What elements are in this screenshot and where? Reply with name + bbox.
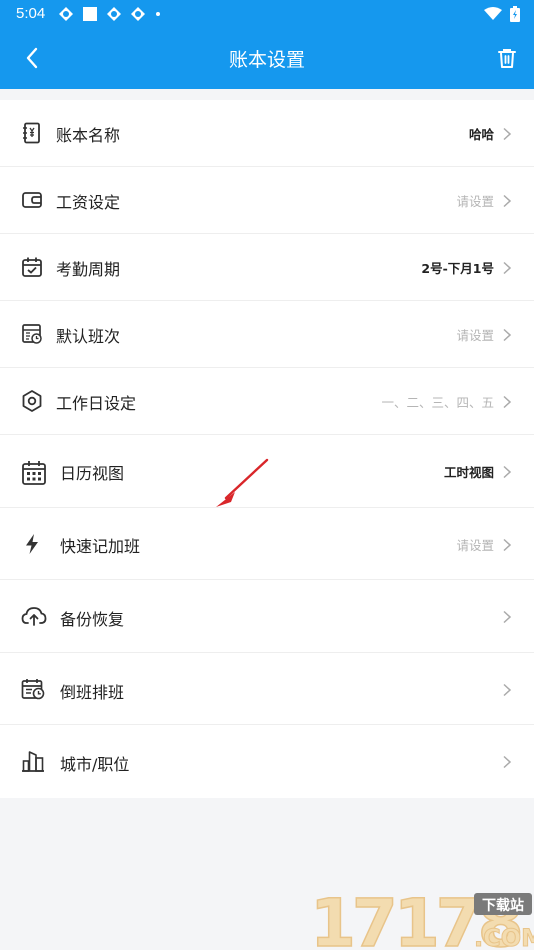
- calendar-check-icon: [20, 255, 44, 279]
- chevron-right-icon: [503, 328, 512, 342]
- chevron-right-icon: [503, 261, 512, 275]
- system-icons: [484, 6, 520, 22]
- status-bar: 5:04: [0, 0, 534, 28]
- row-label: 工作日设定: [56, 394, 137, 413]
- page-title: 账本设置: [228, 49, 305, 71]
- chevron-right-icon: [503, 755, 512, 769]
- row-label: 工资设定: [56, 193, 121, 212]
- city-icon: [20, 749, 46, 773]
- row-label: 城市/职位: [60, 755, 130, 774]
- annotation-arrow-icon: [216, 458, 269, 507]
- schedule-icon: [20, 677, 46, 701]
- row-label: 账本名称: [56, 126, 121, 145]
- row-label: 倒班排班: [60, 683, 125, 702]
- row-default-shift[interactable]: 默认班次 请设置: [0, 301, 534, 368]
- row-city-position[interactable]: 城市/职位: [0, 725, 534, 798]
- battery-icon: [510, 6, 520, 22]
- row-label: 默认班次: [56, 327, 121, 346]
- chevron-right-icon: [503, 538, 512, 552]
- delete-button[interactable]: [494, 44, 520, 72]
- calendar-grid-icon: [20, 459, 48, 487]
- chevron-right-icon: [503, 127, 512, 141]
- wallet-icon: [20, 188, 44, 212]
- row-label: 考勤周期: [56, 260, 121, 279]
- app-notification-icon-2: [107, 7, 121, 21]
- chevron-right-icon: [503, 683, 512, 697]
- app-notification-icon: [59, 7, 73, 21]
- square-notification-icon: [83, 7, 97, 21]
- chevron-right-icon: [503, 610, 512, 624]
- chevron-right-icon: [503, 194, 512, 208]
- row-backup-restore[interactable]: 备份恢复: [0, 580, 534, 653]
- status-time: 5:04: [16, 5, 46, 22]
- row-value: 一、二、三、四、五: [381, 395, 494, 410]
- row-value: 2号-下月1号: [421, 261, 494, 276]
- row-value: 哈哈: [468, 127, 494, 142]
- watermark-logo: 17178 下载站 .COM: [308, 880, 534, 950]
- row-value: 请设置: [456, 328, 494, 343]
- watermark-suffix: .COM: [474, 924, 534, 950]
- row-label: 日历视图: [60, 464, 125, 483]
- ledger-icon: [20, 121, 44, 145]
- row-label: 备份恢复: [60, 610, 125, 629]
- chevron-right-icon: [503, 395, 512, 409]
- more-dot-icon: [156, 12, 160, 16]
- app-notification-icon-3: [131, 7, 145, 21]
- cloud-upload-icon: [20, 604, 48, 628]
- trash-icon: [498, 49, 516, 68]
- row-value: 请设置: [456, 538, 494, 553]
- hexagon-nut-icon: [20, 389, 44, 413]
- lightning-icon: [20, 532, 44, 556]
- row-workday[interactable]: 工作日设定 一、二、三、四、五: [0, 368, 534, 435]
- chevron-right-icon: [503, 465, 512, 479]
- settings-list: 账本名称 哈哈 工资设定 请设置 考勤周期 2号-下月1号 默认班次 请设置 工…: [0, 100, 534, 798]
- row-ledger-name[interactable]: 账本名称 哈哈: [0, 100, 534, 167]
- shift-clock-icon: [20, 322, 44, 346]
- wifi-icon: [484, 7, 502, 20]
- row-value: 工时视图: [443, 465, 494, 480]
- row-rotation-schedule[interactable]: 倒班排班: [0, 653, 534, 725]
- row-label: 快速记加班: [60, 537, 141, 556]
- notification-icons: [58, 6, 162, 22]
- row-attendance-cycle[interactable]: 考勤周期 2号-下月1号: [0, 234, 534, 301]
- row-quick-overtime[interactable]: 快速记加班 请设置: [0, 508, 534, 580]
- row-salary[interactable]: 工资设定 请设置: [0, 167, 534, 234]
- row-value: 请设置: [456, 194, 494, 209]
- app-header: 5:04 账本设置: [0, 0, 534, 89]
- watermark-badge: 下载站: [482, 897, 524, 914]
